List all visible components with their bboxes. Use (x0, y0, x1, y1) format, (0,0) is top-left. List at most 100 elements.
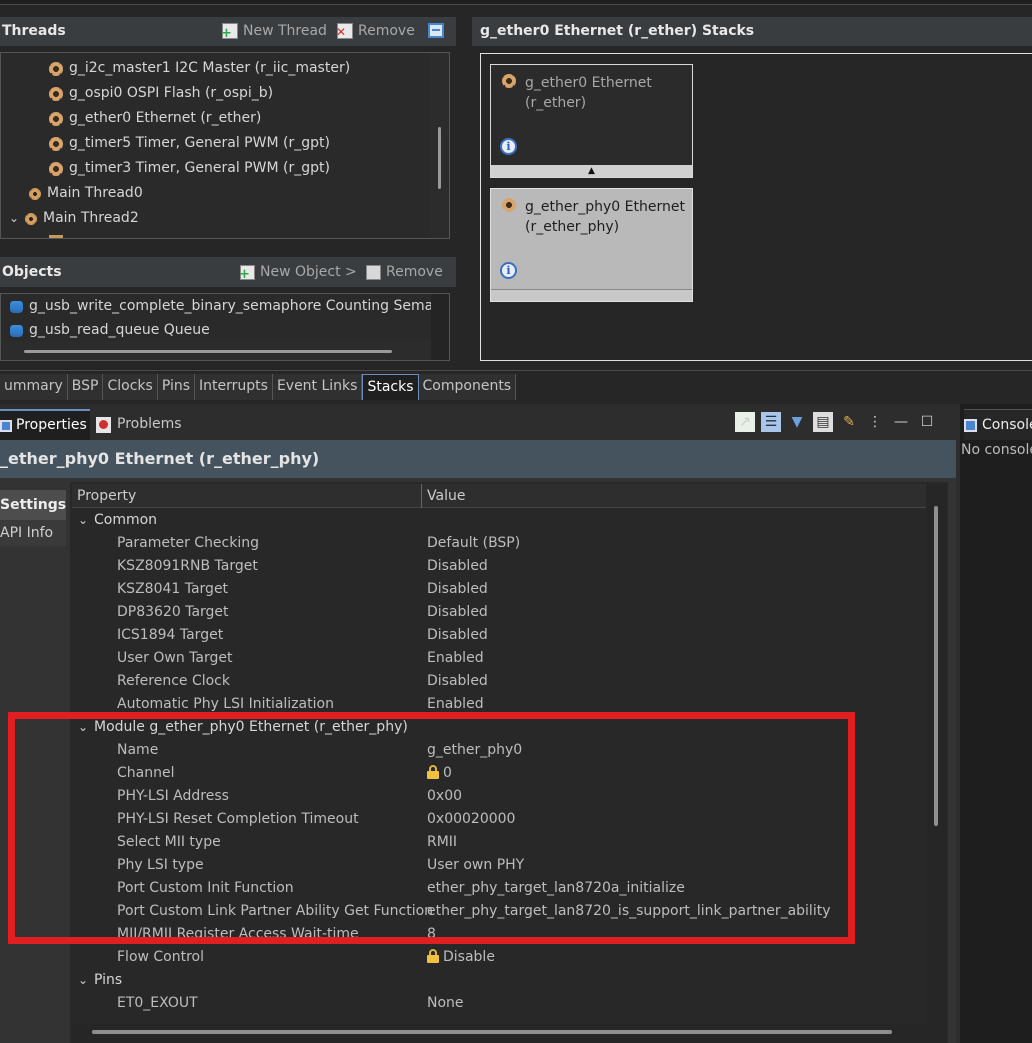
module-icon (502, 198, 516, 212)
column-divider[interactable] (421, 484, 422, 508)
tree-item-ospi[interactable]: g_ospi0 OSPI Flash (r_ospi_b) (49, 81, 273, 106)
view-tab-bar: Properties Problems ↗ ☰ ▼ ▤ ✎ ⋮ — ☐ (0, 404, 956, 440)
vertical-scrollbar[interactable] (431, 294, 449, 360)
scrollbar-thumb[interactable] (438, 127, 441, 189)
tree-item-ether0[interactable]: g_ether0 Ethernet (r_ether) (49, 106, 261, 131)
table-horizontal-scrollbar[interactable] (72, 1024, 926, 1043)
scrollbar-thumb[interactable] (24, 350, 392, 353)
collapse-icon[interactable] (428, 23, 444, 38)
tab-console[interactable]: Console (964, 409, 1032, 440)
module-icon (502, 74, 516, 88)
advanced-icon[interactable]: ▤ (813, 412, 833, 432)
properties-title: _ether_phy0 Ethernet (r_ether_phy) (0, 449, 320, 468)
section-module[interactable]: ⌄ Module g_ether_phy0 Ethernet (r_ether_p… (72, 716, 926, 739)
table-row[interactable]: Select MII type RMII (72, 831, 926, 854)
view-menu-icon[interactable]: ⋮ (865, 412, 885, 432)
filter-icon[interactable]: ▼ (787, 412, 807, 432)
scrollbar-thumb[interactable] (92, 1030, 892, 1034)
tab-event-links[interactable]: Event Links (272, 374, 363, 400)
section-common[interactable]: ⌄ Common (72, 509, 926, 532)
new-thread-button[interactable]: + New Thread (221, 17, 327, 45)
table-row[interactable]: Flow Control Disable (72, 946, 926, 969)
info-icon[interactable]: i (500, 262, 517, 279)
table-row[interactable]: Channel 0 (72, 762, 926, 785)
chevron-down-icon[interactable]: ⌄ (78, 509, 88, 532)
console-icon (964, 418, 977, 432)
objects-list: g_usb_write_complete_binary_semaphore Co… (0, 293, 450, 361)
categories-icon[interactable]: ☰ (761, 412, 781, 432)
editor-tabs: ummary BSP Clocks Pins Interrupts Event … (0, 374, 517, 400)
threads-title: Threads (2, 23, 66, 39)
horizontal-scrollbar[interactable] (1, 341, 431, 360)
pin-view-icon[interactable]: ↗ (735, 412, 755, 432)
thread-icon (29, 187, 41, 200)
tab-problems[interactable]: Problems (96, 409, 182, 440)
table-row[interactable]: KSZ8091RNB Target Disabled (72, 555, 926, 578)
tab-pins[interactable]: Pins (157, 374, 196, 400)
side-tab-settings[interactable]: Settings (0, 490, 66, 520)
table-row[interactable]: Port Custom Init Function ether_phy_targe… (72, 877, 926, 900)
tree-item-main-thread0[interactable]: Main Thread0 (29, 181, 143, 206)
table-row[interactable]: Port Custom Link Partner Ability Get Fun… (72, 900, 926, 923)
table-row[interactable]: KSZ8041 Target Disabled (72, 578, 926, 601)
tree-item-main-thread2[interactable]: ⌄ Main Thread2 (9, 206, 139, 231)
table-row[interactable]: User Own Target Enabled (72, 647, 926, 670)
stacks-title: g_ether0 Ethernet (r_ether) Stacks (480, 23, 755, 39)
table-row[interactable]: Name g_ether_phy0 (72, 739, 926, 762)
tab-interrupts[interactable]: Interrupts (195, 374, 273, 400)
table-header: Property Value (72, 484, 926, 508)
list-item[interactable]: g_usb_read_queue Queue (10, 318, 210, 343)
tab-components[interactable]: Components (418, 374, 517, 400)
column-header-property[interactable]: Property (77, 484, 136, 508)
chevron-down-icon[interactable]: ⌄ (78, 969, 88, 992)
properties-title-bar: _ether_phy0 Ethernet (r_ether_phy) (0, 440, 956, 478)
collapse-arrow-icon[interactable]: ▲ (491, 165, 692, 177)
table-row[interactable]: DP83620 Target Disabled (72, 601, 926, 624)
new-object-button[interactable]: + New Object > (239, 257, 357, 287)
scrollbar-thumb[interactable] (934, 506, 938, 826)
properties-icon (0, 419, 12, 432)
maximize-icon[interactable]: ☐ (917, 412, 937, 432)
stack-box-ether0[interactable]: g_ether0 Ethernet (r_ether) i ▲ (490, 64, 693, 178)
module-icon (49, 111, 63, 126)
tree-item-timer3[interactable]: g_timer3 Timer, General PWM (r_gpt) (49, 156, 330, 181)
side-tab-api-info[interactable]: API Info (0, 520, 66, 546)
table-row[interactable]: PHY-LSI Address 0x00 (72, 785, 926, 808)
module-icon (49, 235, 63, 238)
tab-bsp[interactable]: BSP (67, 374, 104, 400)
chevron-down-icon[interactable]: ⌄ (9, 206, 19, 231)
tab-properties[interactable]: Properties (0, 409, 90, 440)
chevron-down-icon[interactable]: ⌄ (78, 716, 88, 739)
table-vertical-scrollbar[interactable] (926, 484, 946, 1043)
list-item[interactable]: g_usb_write_complete_binary_semaphore Co… (10, 294, 449, 319)
table-row[interactable]: ICS1894 Target Disabled (72, 624, 926, 647)
table-row[interactable]: Parameter Checking Default (BSP) (72, 532, 926, 555)
threads-scrollbar[interactable] (429, 53, 449, 238)
lock-icon (427, 765, 439, 779)
box-footer (491, 289, 692, 301)
tab-stacks[interactable]: Stacks (362, 374, 419, 400)
tab-clocks[interactable]: Clocks (103, 374, 158, 400)
section-pins[interactable]: ⌄ Pins (72, 969, 926, 992)
table-row[interactable]: Reference Clock Disabled (72, 670, 926, 693)
stacks-canvas: g_ether0 Ethernet (r_ether) i ▲ g_ether_… (480, 53, 1032, 361)
info-icon[interactable]: i (500, 138, 517, 155)
stack-box-ether-phy0[interactable]: g_ether_phy0 Ethernet (r_ether_phy) i (490, 188, 693, 302)
tree-item-i2c[interactable]: g_i2c_master1 I2C Master (r_iic_master) (49, 56, 350, 81)
restore-default-icon[interactable]: ✎ (839, 412, 859, 432)
table-row[interactable]: Automatic Phy LSI Initialization Enabled (72, 693, 926, 716)
remove-object-button[interactable]: Remove (366, 257, 443, 287)
remove-thread-button[interactable]: ✕ Remove (336, 17, 415, 45)
console-message: No console (961, 442, 1032, 458)
objects-title: Objects (2, 264, 62, 280)
table-row[interactable]: Phy LSI type User own PHY (72, 854, 926, 877)
minimize-icon[interactable]: — (891, 412, 911, 432)
table-row[interactable]: ET0_EXOUT None (72, 992, 926, 1015)
tab-summary[interactable]: ummary (0, 374, 68, 400)
lock-icon (427, 949, 439, 963)
tree-item-timer5[interactable]: g_timer5 Timer, General PWM (r_gpt) (49, 131, 330, 156)
threads-tree: g_i2c_master1 I2C Master (r_iic_master) … (0, 52, 450, 239)
table-row[interactable]: PHY-LSI Reset Completion Timeout 0x000200… (72, 808, 926, 831)
column-header-value[interactable]: Value (427, 484, 465, 508)
table-row[interactable]: MII/RMII Register Access Wait-time 8 (72, 923, 926, 946)
